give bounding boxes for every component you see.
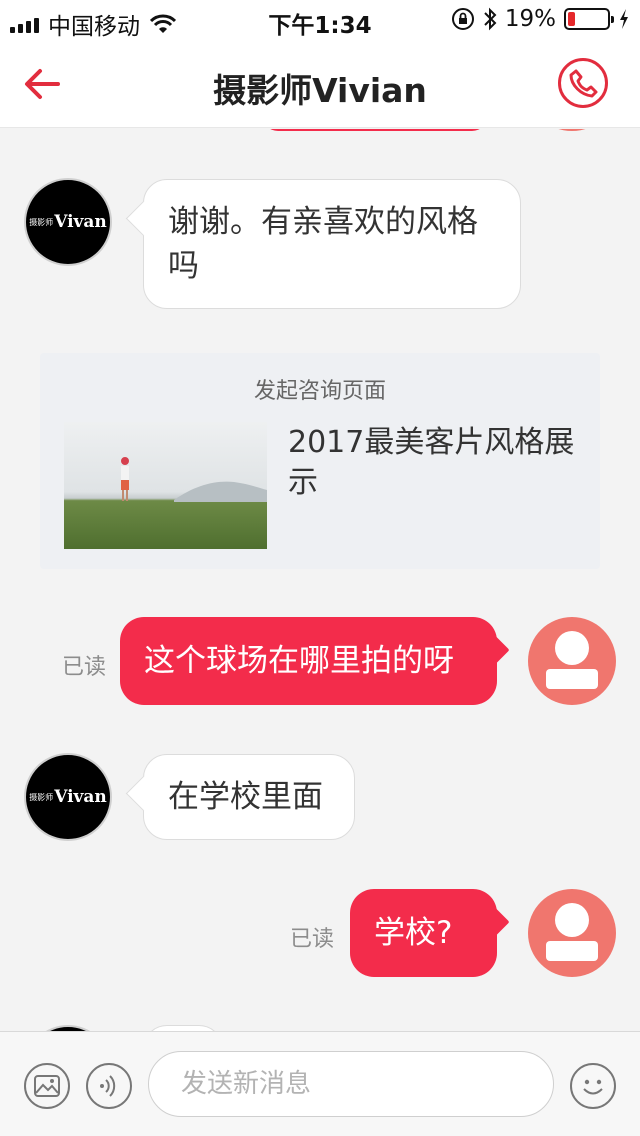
avatar-big-text: Vivan	[54, 212, 107, 232]
battery-fill	[568, 12, 576, 26]
user-avatar[interactable]	[528, 617, 616, 705]
emoji-icon	[583, 1079, 603, 1095]
call-button[interactable]	[558, 58, 608, 108]
battery-icon	[564, 8, 614, 30]
status-bar: 中国移动 下午1:34 19%	[0, 0, 640, 40]
voice-button[interactable]	[86, 1063, 132, 1109]
golf-photo-image	[121, 457, 267, 502]
avatar-big-text: Vivan	[54, 787, 107, 807]
avatar-head	[555, 631, 589, 665]
message-bubble-outgoing[interactable]: 学校?	[350, 889, 497, 977]
card-title: 2017最美客片风格展示	[288, 425, 575, 500]
read-status: 已读	[290, 927, 335, 952]
chat-area[interactable]: 摄影师 Vivan 谢谢。有亲喜欢的风格吗 发起咨询页面 2017最美客片风格展示…	[0, 129, 640, 1031]
message-input[interactable]	[148, 1051, 554, 1117]
status-right: 19%	[451, 6, 630, 32]
orientation-lock-icon	[451, 8, 474, 30]
message-bubble-incoming[interactable]: 谢谢。有亲喜欢的风格吗	[143, 179, 521, 309]
message-bubble-incoming[interactable]: 在学校里面	[143, 754, 355, 840]
clipped-outgoing-bubble	[262, 129, 488, 131]
image-icon	[34, 1075, 60, 1097]
card-thumbnail[interactable]	[64, 422, 267, 549]
charging-icon	[620, 9, 628, 29]
avatar-small-text: 摄影师	[29, 792, 54, 802]
emoji-button[interactable]	[570, 1063, 616, 1109]
avatar[interactable]: 摄影师 Vivan	[24, 178, 112, 266]
avatar[interactable]: 摄影师 Vivan	[24, 753, 112, 841]
bluetooth-icon	[484, 7, 497, 31]
user-avatar[interactable]	[528, 889, 616, 977]
card-label: 发起咨询页面	[253, 379, 386, 404]
avatar-body	[546, 941, 598, 961]
avatar-head	[555, 903, 589, 937]
phone-icon	[569, 69, 598, 98]
read-status: 已读	[62, 655, 107, 680]
voice-icon	[100, 1075, 116, 1097]
avatar-body	[546, 669, 598, 689]
battery-percent: 19%	[504, 6, 556, 32]
avatar-small-text: 摄影师	[29, 217, 54, 227]
page-title: 摄影师Vivian	[213, 71, 427, 110]
image-button[interactable]	[24, 1063, 70, 1109]
consult-card[interactable]: 发起咨询页面 2017最美客片风格展示	[40, 353, 600, 569]
clipped-user-avatar	[528, 129, 616, 131]
input-bar	[0, 1031, 640, 1136]
nav-bar: 摄影师Vivian	[0, 40, 640, 128]
chat-screen: 中国移动 下午1:34 19% 摄影师Vivian 摄影师 Vivan 谢谢。有…	[0, 0, 640, 1136]
message-bubble-outgoing[interactable]: 这个球场在哪里拍的呀	[120, 617, 497, 705]
